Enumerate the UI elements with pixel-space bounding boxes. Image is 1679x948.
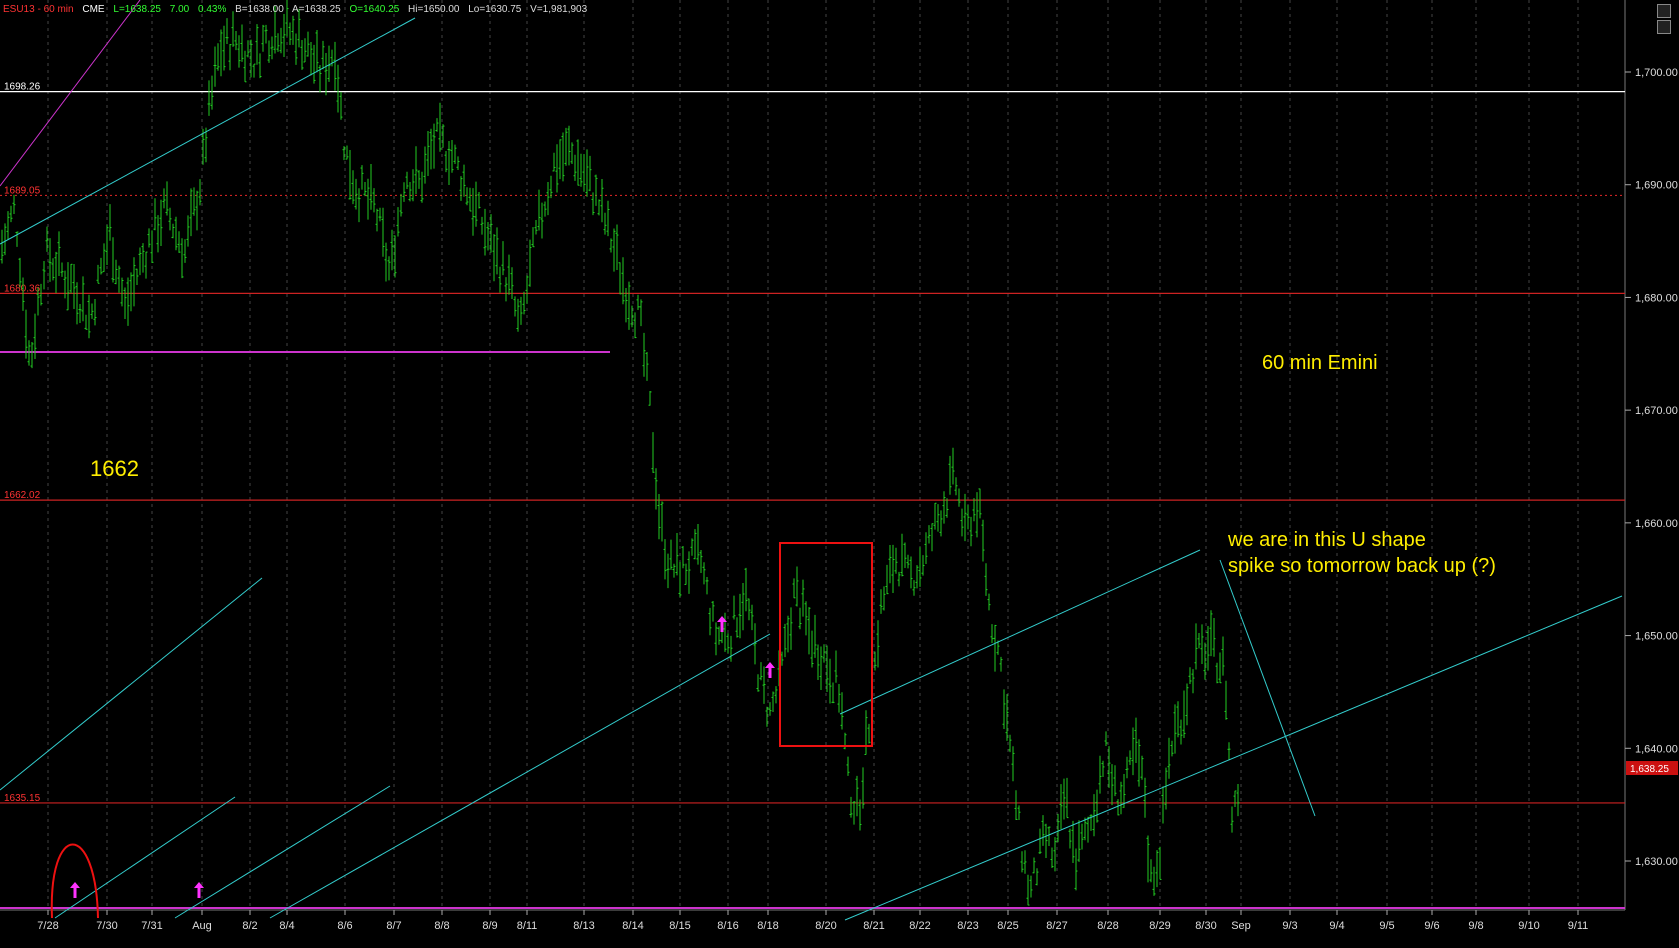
- x-tick-label: 8/21: [863, 920, 884, 932]
- x-tick-label: 8/13: [573, 920, 594, 932]
- x-tick-label: 9/10: [1518, 920, 1539, 932]
- chart-annotation: we are in this U shape: [1227, 529, 1426, 551]
- volume: V=1,981,903: [530, 4, 588, 15]
- chart-annotation: spike so tomorrow back up (?): [1228, 555, 1496, 577]
- x-tick-label: 8/7: [386, 920, 401, 932]
- window-menu-icon[interactable]: [1657, 4, 1671, 18]
- x-tick-label: 7/31: [141, 920, 162, 932]
- x-tick-label: 8/27: [1046, 920, 1067, 932]
- x-tick-label: 8/9: [482, 920, 497, 932]
- net-change: 7.00: [169, 4, 190, 15]
- x-tick-label: 8/28: [1097, 920, 1118, 932]
- x-tick-label: 9/11: [1568, 920, 1589, 932]
- y-tick-label: 1,650.00: [1635, 631, 1678, 643]
- x-tick-label: 8/25: [997, 920, 1018, 932]
- chart-annotation: 60 min Emini: [1262, 352, 1378, 374]
- y-tick-label: 1,690.00: [1635, 180, 1678, 192]
- y-tick-label: 1,630.00: [1635, 856, 1678, 868]
- pct-change: 0.43%: [197, 4, 227, 15]
- x-tick-label: 8/29: [1149, 920, 1170, 932]
- open-price: O=1640.25: [349, 4, 400, 15]
- x-tick-label: 8/2: [242, 920, 257, 932]
- x-tick-label: 8/16: [717, 920, 738, 932]
- y-tick-label: 1,660.00: [1635, 518, 1678, 530]
- low-price: Lo=1630.75: [468, 4, 522, 15]
- x-tick-label: 8/20: [815, 920, 836, 932]
- level-label: 1635.15: [4, 793, 41, 804]
- x-tick-label: 7/28: [37, 920, 58, 932]
- level-label: 1698.26: [4, 82, 41, 93]
- x-tick-label: 8/11: [517, 920, 538, 932]
- y-tick-label: 1,700.00: [1635, 67, 1678, 79]
- x-tick-label: 8/18: [757, 920, 778, 932]
- price-chart: 1698.261689.051680.361662.021635.15 1,70…: [0, 0, 1679, 948]
- y-tick-label: 1,670.00: [1635, 405, 1678, 417]
- chart-annotation: 1662: [90, 456, 139, 481]
- bid-price: B=1638.00: [235, 4, 284, 15]
- x-tick-label: Sep: [1231, 920, 1251, 932]
- x-tick-label: 9/5: [1379, 920, 1394, 932]
- level-label: 1689.05: [4, 185, 41, 196]
- x-tick-label: 8/14: [622, 920, 643, 932]
- high-price: Hi=1650.00: [408, 4, 460, 15]
- chart-background: [0, 0, 1679, 948]
- chart-header: ESU13 - 60 min CME L=1638.25 7.00 0.43% …: [3, 4, 593, 15]
- symbol-label: ESU13 - 60 min: [3, 4, 74, 15]
- x-tick-label: 8/22: [909, 920, 930, 932]
- x-tick-label: 9/4: [1329, 920, 1344, 932]
- x-tick-label: 8/8: [434, 920, 449, 932]
- exchange-label: CME: [82, 4, 105, 15]
- window-expand-icon[interactable]: [1657, 20, 1671, 34]
- last-price-tag-label: 1,638.25: [1630, 764, 1669, 775]
- level-label: 1662.02: [4, 490, 41, 501]
- x-tick-label: 9/8: [1468, 920, 1483, 932]
- x-tick-label: 8/15: [669, 920, 690, 932]
- ask-price: A=1638.25: [292, 4, 341, 15]
- x-tick-label: 9/3: [1282, 920, 1297, 932]
- x-tick-label: 8/4: [279, 920, 294, 932]
- y-tick-label: 1,680.00: [1635, 292, 1678, 304]
- x-tick-label: 9/6: [1424, 920, 1439, 932]
- x-tick-label: 7/30: [96, 920, 117, 932]
- y-tick-label: 1,640.00: [1635, 743, 1678, 755]
- x-tick-label: 8/6: [337, 920, 352, 932]
- x-tick-label: 8/23: [957, 920, 978, 932]
- last-price: L=1638.25: [113, 4, 161, 15]
- x-tick-label: Aug: [192, 920, 212, 932]
- x-tick-label: 8/30: [1195, 920, 1216, 932]
